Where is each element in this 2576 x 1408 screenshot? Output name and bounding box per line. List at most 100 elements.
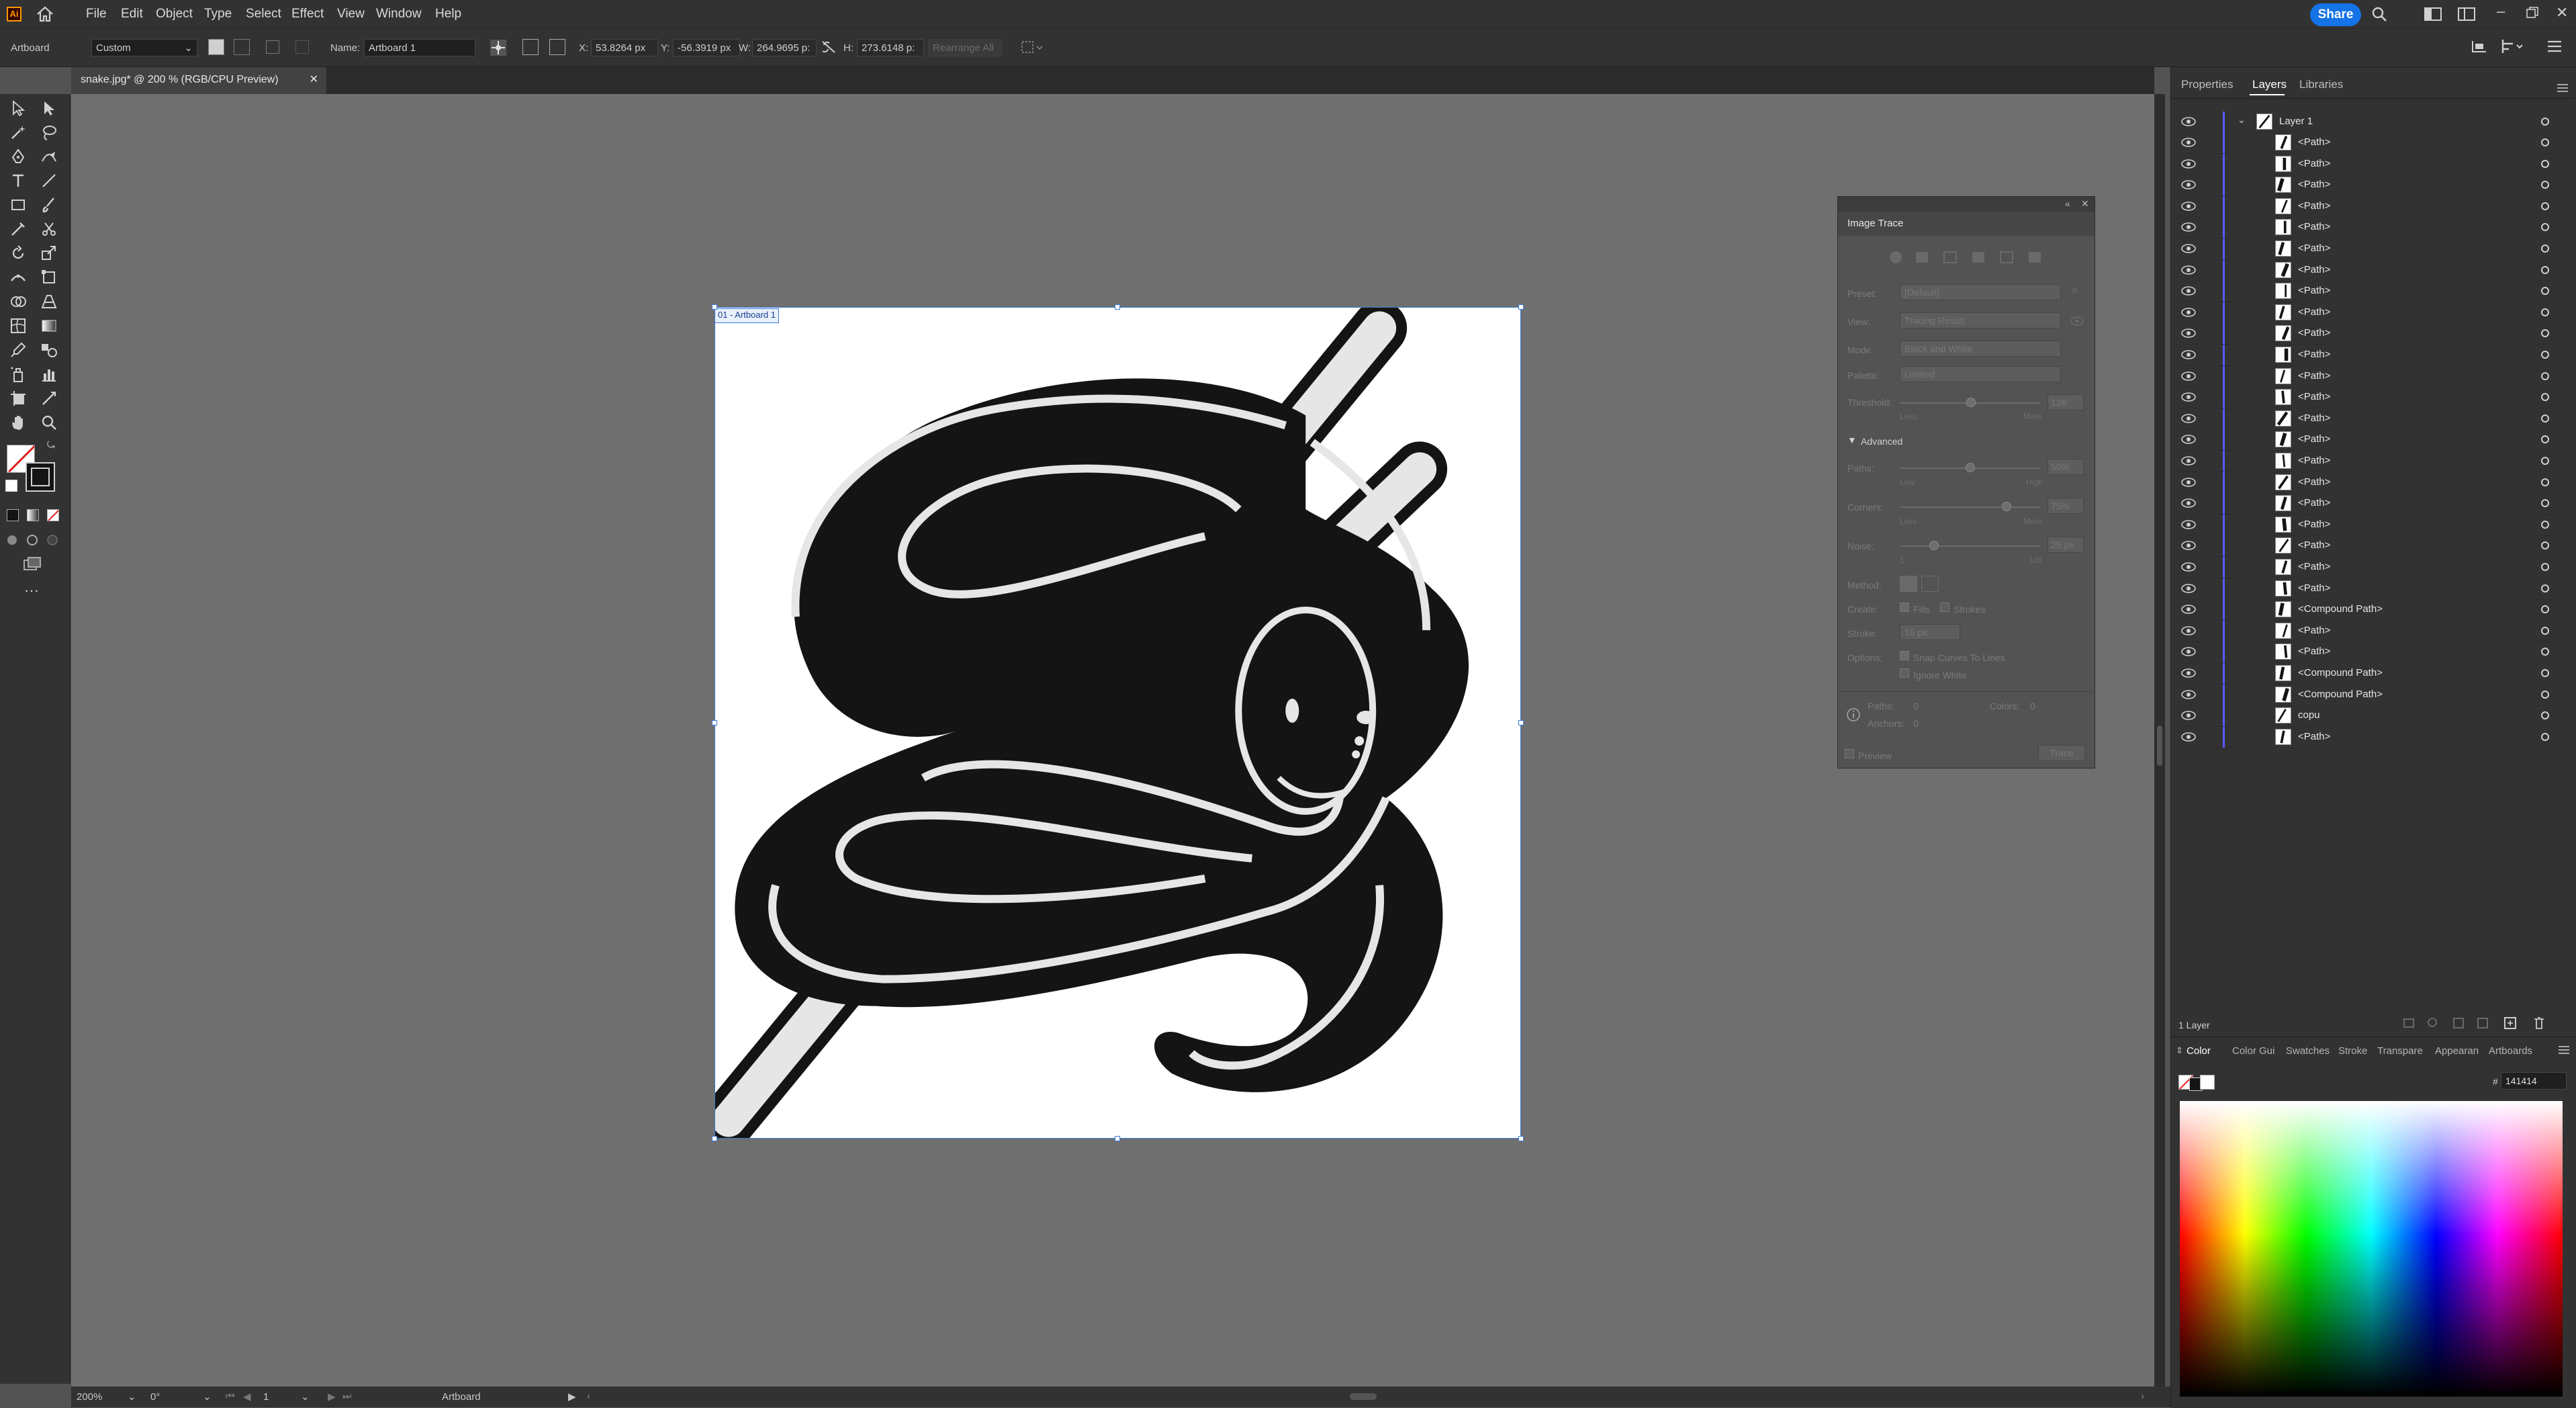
target-circle-icon[interactable] — [2541, 308, 2549, 316]
advanced-toggle-icon[interactable]: ▼ — [1847, 435, 1857, 445]
menu-help[interactable]: Help — [435, 7, 461, 21]
artboard-handle[interactable] — [1518, 304, 1524, 310]
h-input[interactable]: 273.6148 p: — [857, 39, 924, 56]
sublayer-row[interactable]: <Path> — [2173, 132, 2560, 154]
sublayer-row[interactable]: <Path> — [2173, 238, 2560, 260]
visibility-eye-icon[interactable] — [2181, 159, 2196, 169]
target-circle-icon[interactable] — [2541, 648, 2549, 656]
align-options-icon[interactable] — [1021, 40, 1045, 54]
visibility-eye-icon[interactable] — [2181, 583, 2196, 594]
target-circle-icon[interactable] — [2541, 669, 2549, 677]
vertical-scroll-thumb[interactable] — [2157, 725, 2162, 766]
next-artboard-icon[interactable]: ▶ — [328, 1391, 336, 1403]
chevron-down-icon[interactable]: ⌄ — [301, 1391, 310, 1403]
sublayer-row[interactable]: <Path> — [2173, 175, 2560, 197]
target-circle-icon[interactable] — [2541, 159, 2549, 168]
zoom-level[interactable]: 200% — [77, 1391, 102, 1403]
target-circle-icon[interactable] — [2541, 541, 2549, 550]
share-button[interactable]: Share — [2310, 3, 2361, 26]
preset-select[interactable]: Custom ⌄ — [91, 39, 197, 56]
w-input[interactable]: 264.9695 p: — [752, 39, 817, 56]
view-dropdown[interactable]: Tracing Result — [1900, 312, 2061, 328]
chevron-down-icon[interactable]: ⌄ — [203, 1391, 212, 1403]
noise-slider-knob[interactable] — [1929, 541, 1939, 550]
target-circle-icon[interactable] — [2541, 202, 2549, 210]
method-overlapping-button[interactable] — [1921, 576, 1939, 592]
sublayer-row[interactable]: <Path> — [2173, 472, 2560, 494]
artboard-options-button[interactable] — [522, 39, 539, 55]
corners-slider-knob[interactable] — [2002, 502, 2011, 511]
threshold-slider-knob[interactable] — [1966, 398, 1976, 407]
visibility-eye-icon[interactable] — [2181, 625, 2196, 636]
shape-builder-tool-icon[interactable] — [9, 293, 27, 310]
corners-slider[interactable] — [1900, 507, 2041, 508]
target-circle-icon[interactable] — [2541, 711, 2549, 720]
visibility-eye-icon[interactable] — [2181, 455, 2196, 466]
target-circle-icon[interactable] — [2541, 287, 2549, 296]
scissors-tool-icon[interactable] — [40, 220, 58, 238]
stroke-swatch[interactable] — [26, 462, 55, 492]
sublayer-row[interactable]: <Path> — [2173, 281, 2560, 303]
chevron-down-icon[interactable]: ⌄ — [2238, 114, 2246, 126]
document-tab[interactable]: snake.jpg* @ 200 % (RGB/CPU Preview) ✕ — [71, 67, 326, 94]
paths-input[interactable]: 50% — [2048, 459, 2084, 475]
menu-window[interactable]: Window — [376, 7, 422, 21]
selection-tool-icon[interactable] — [9, 99, 27, 117]
visibility-eye-icon[interactable] — [2181, 307, 2196, 318]
none-mode-icon[interactable] — [47, 509, 59, 521]
target-circle-icon[interactable] — [2541, 499, 2549, 508]
previous-artboard-icon[interactable]: ◀ — [243, 1391, 251, 1403]
y-input[interactable]: -56.3919 px — [673, 39, 740, 56]
tab-color[interactable]: Color — [2187, 1045, 2211, 1057]
scroll-right-icon[interactable]: › — [2141, 1391, 2144, 1402]
tab-properties[interactable]: Properties — [2181, 78, 2233, 91]
screen-mode-icon[interactable] — [23, 556, 43, 572]
column-graph-tool-icon[interactable] — [40, 365, 58, 383]
visibility-eye-icon[interactable] — [2181, 392, 2196, 402]
target-circle-icon[interactable] — [2541, 351, 2549, 359]
search-icon[interactable] — [2371, 5, 2388, 23]
visibility-eye-icon[interactable] — [2181, 243, 2196, 254]
menu-type[interactable]: Type — [204, 7, 232, 21]
visibility-eye-icon[interactable] — [2181, 349, 2196, 360]
first-artboard-icon[interactable]: ⏮ — [226, 1391, 235, 1402]
arrange-icon[interactable] — [2471, 38, 2487, 54]
eye-icon[interactable] — [2070, 316, 2084, 326]
menu-object[interactable]: Object — [156, 7, 193, 21]
visibility-eye-icon[interactable] — [2181, 285, 2196, 296]
artboard-handle[interactable] — [712, 304, 717, 310]
default-fill-stroke-icon[interactable] — [5, 480, 17, 492]
close-icon[interactable]: ✕ — [2556, 4, 2568, 21]
target-circle-icon[interactable] — [2541, 223, 2549, 232]
portrait-button[interactable] — [208, 39, 224, 55]
sublayer-row[interactable]: <Path> — [2173, 345, 2560, 366]
rotation-value[interactable]: 0° — [150, 1391, 160, 1403]
sublayer-row[interactable]: copu — [2173, 705, 2560, 728]
layers-footer-icons[interactable] — [2403, 1016, 2564, 1030]
symbol-sprayer-tool-icon[interactable] — [9, 365, 27, 383]
collapse-arrows-icon[interactable]: ⇕ — [2176, 1045, 2183, 1056]
visibility-eye-icon[interactable] — [2181, 265, 2196, 275]
lasso-tool-icon[interactable] — [40, 124, 58, 141]
visibility-eye-icon[interactable] — [2181, 732, 2196, 742]
tab-layers[interactable]: Layers — [2252, 78, 2287, 91]
pen-tool-icon[interactable] — [9, 148, 27, 165]
sublayer-row[interactable]: <Path> — [2173, 557, 2560, 578]
target-circle-icon[interactable] — [2541, 626, 2549, 635]
sublayer-row[interactable]: <Path> — [2173, 195, 2560, 218]
layer-row[interactable]: ⌄ Layer 1 — [2173, 112, 2560, 133]
maximize-icon[interactable] — [2526, 7, 2538, 19]
visibility-eye-icon[interactable] — [2181, 604, 2196, 615]
tab-color-guide[interactable]: Color Gui — [2232, 1045, 2274, 1057]
noise-input[interactable]: 25 px — [2048, 537, 2084, 553]
horizontal-scroll-thumb[interactable] — [1350, 1393, 1377, 1400]
target-circle-icon[interactable] — [2541, 732, 2549, 741]
threshold-input[interactable]: 128 — [2048, 394, 2084, 410]
hex-input[interactable]: 141414 — [2501, 1072, 2567, 1090]
target-circle-icon[interactable] — [2541, 181, 2549, 189]
visibility-eye-icon[interactable] — [2181, 668, 2196, 678]
target-circle-icon[interactable] — [2541, 520, 2549, 529]
tab-appearance[interactable]: Appearan — [2435, 1045, 2479, 1057]
sublayer-row[interactable]: <Path> — [2173, 642, 2560, 664]
target-circle-icon[interactable] — [2541, 690, 2549, 699]
